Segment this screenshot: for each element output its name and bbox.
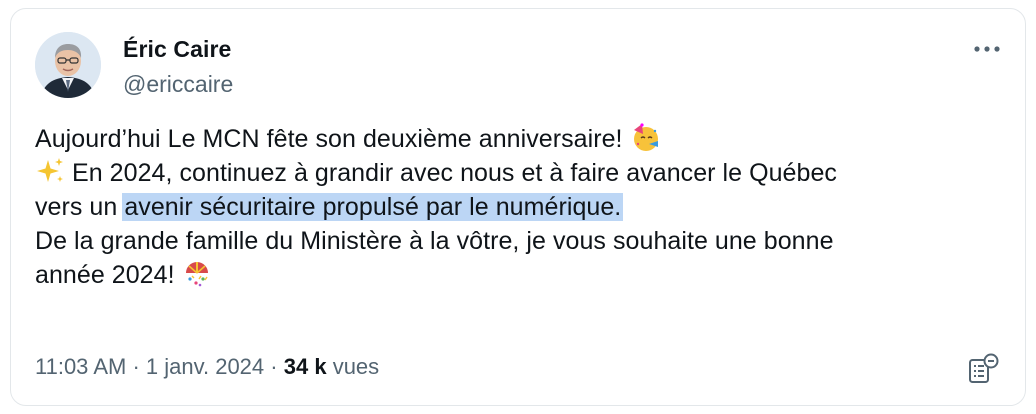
views-label: vues <box>332 354 380 379</box>
analytics-icon <box>969 353 999 383</box>
tweet-date[interactable]: 1 janv. 2024 <box>146 354 264 379</box>
meta-separator: · <box>132 354 140 379</box>
tweet-text-segment: vers un <box>35 193 118 221</box>
tweet-line-3: vers un avenir sécuritaire propulsé par … <box>35 190 1005 224</box>
selected-text-highlight[interactable]: avenir sécuritaire propulsé par le numér… <box>122 193 624 221</box>
tweet-text-segment: Aujourd’hui Le MCN fête son deuxième ann… <box>35 125 623 153</box>
party-face-icon <box>630 122 660 152</box>
tweet-metadata: 11:03 AM · 1 janv. 2024 · 34 k vues <box>35 354 379 380</box>
tweet-line-2: En 2024, continuez à grandir avec nous e… <box>35 156 1005 190</box>
tweet-line-4: De la grande famille du Ministère à la v… <box>35 227 834 255</box>
tweet-text-segment: En 2024, continuez à grandir avec nous e… <box>72 159 837 187</box>
more-options-button[interactable] <box>969 35 1005 63</box>
author-handle[interactable]: @ericcaire <box>123 71 233 98</box>
tweet-line-1: Aujourd’hui Le MCN fête son deuxième ann… <box>35 122 1005 156</box>
meta-separator: · <box>270 354 278 379</box>
tweet-text-segment: année 2024! <box>35 261 175 289</box>
tweet-text: Aujourd’hui Le MCN fête son deuxième ann… <box>35 122 1005 292</box>
tweet-line-5: année 2024! <box>35 258 1005 292</box>
tweet-card: Éric Caire @ericcaire Aujourd’hui Le MCN… <box>10 8 1026 406</box>
more-horizontal-icon <box>974 46 1000 52</box>
author-name[interactable]: Éric Caire <box>123 36 231 63</box>
tweet-time[interactable]: 11:03 AM <box>35 354 126 379</box>
sparkles-icon <box>35 156 65 186</box>
views-count: 34 k <box>283 354 327 379</box>
confetti-ball-icon <box>182 258 212 288</box>
profile-photo-icon <box>35 32 101 98</box>
avatar[interactable] <box>35 32 101 98</box>
analytics-button[interactable] <box>967 352 1001 386</box>
